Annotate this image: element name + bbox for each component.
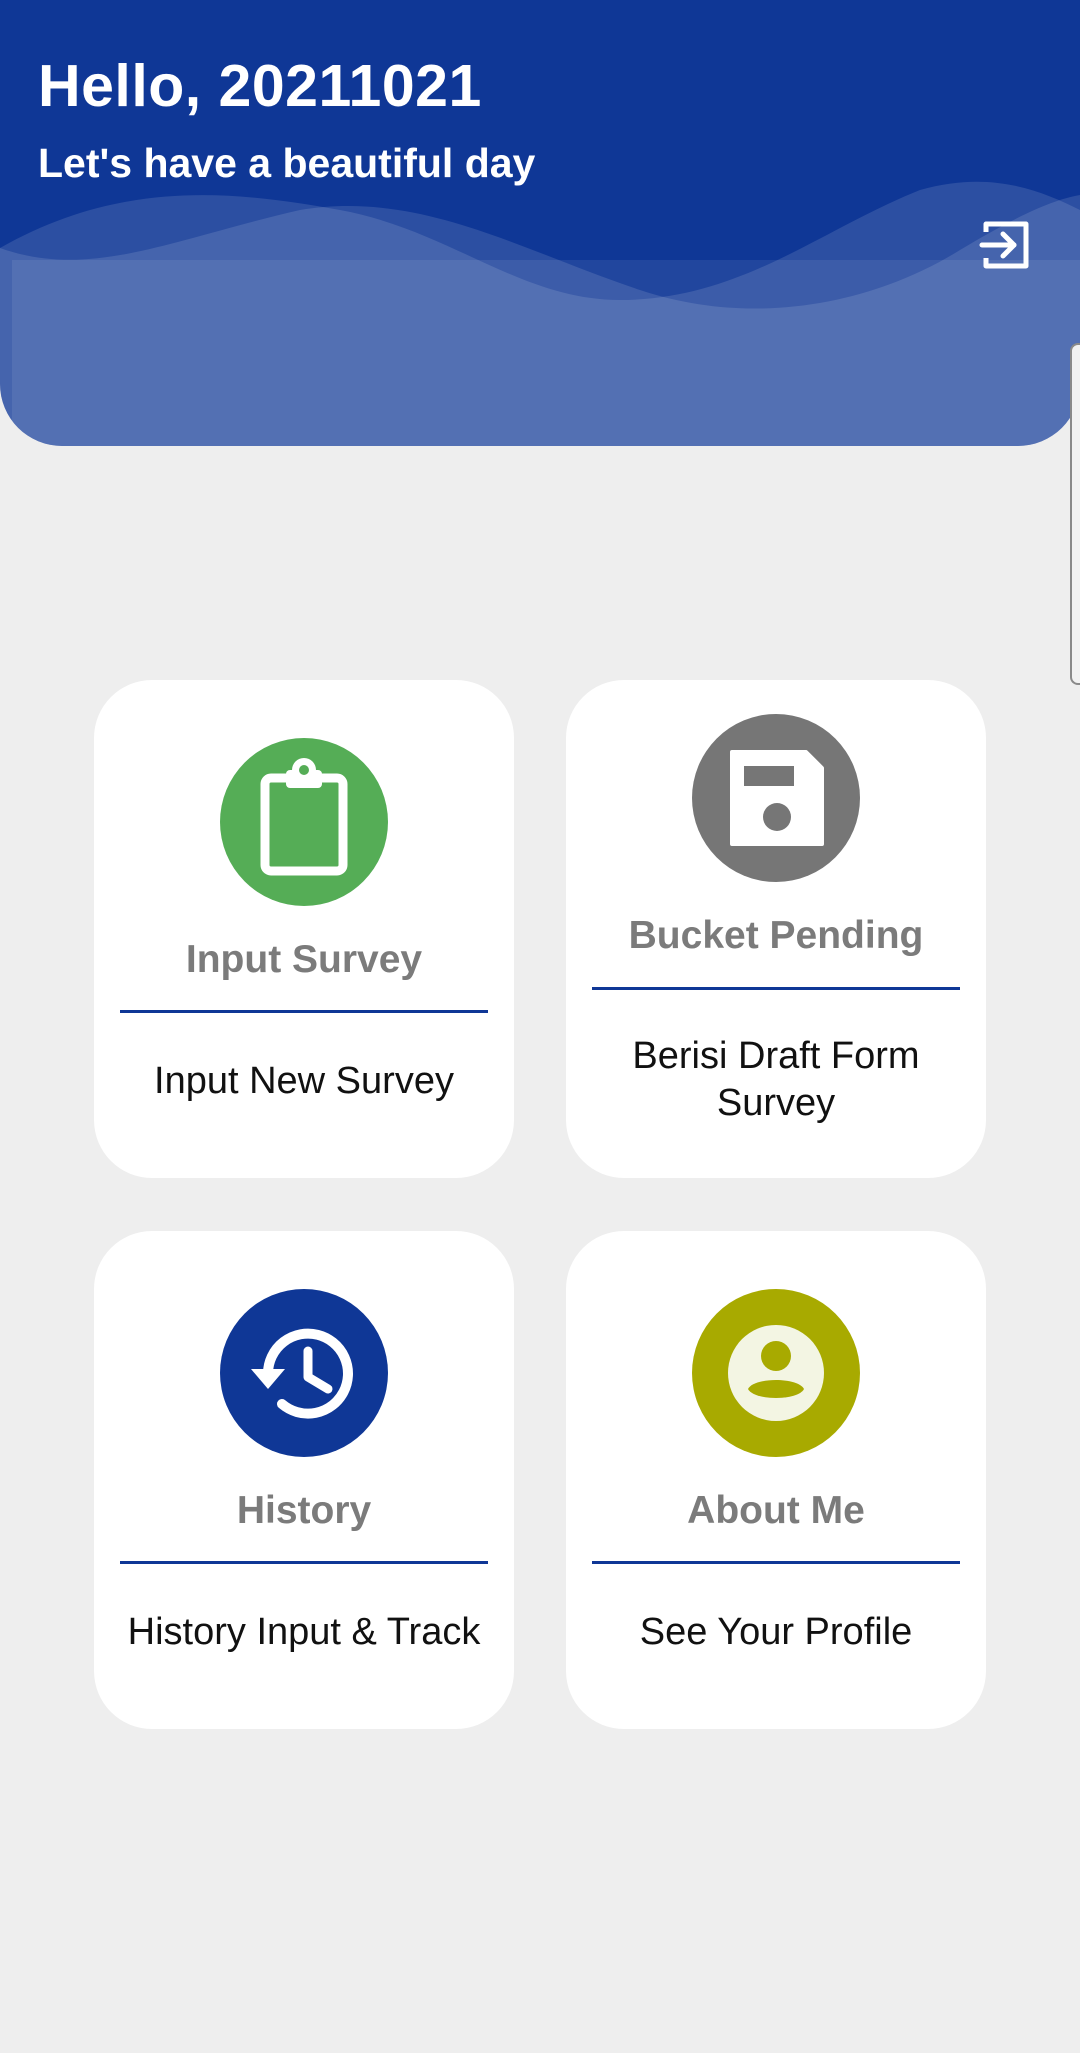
floppy-disk-icon xyxy=(730,750,824,846)
card-divider xyxy=(120,1561,488,1564)
card-divider xyxy=(592,1561,960,1564)
history-card[interactable]: History History Input & Track xyxy=(94,1231,514,1729)
scroll-indicator[interactable] xyxy=(1070,343,1080,685)
about-me-icon-circle xyxy=(692,1289,860,1457)
about-me-card[interactable]: About Me See Your Profile xyxy=(566,1231,986,1729)
card-title: History xyxy=(236,1489,372,1532)
card-description: Input New Survey xyxy=(154,1060,454,1102)
input-survey-card[interactable]: Input Survey Input New Survey xyxy=(94,680,514,1178)
account-circle-icon xyxy=(728,1325,824,1421)
header-banner: Hello, 20211021 Let's have a beautiful d… xyxy=(0,0,1080,446)
card-title: About Me xyxy=(687,1489,865,1532)
card-divider xyxy=(120,1010,488,1013)
card-title: Input Survey xyxy=(185,938,423,981)
logout-button[interactable] xyxy=(978,218,1032,272)
clipboard-icon xyxy=(260,758,348,876)
history-clock-icon xyxy=(251,1328,353,1419)
card-title: Bucket Pending xyxy=(628,914,924,957)
bucket-pending-icon-circle xyxy=(692,714,860,882)
tagline-text: Let's have a beautiful day xyxy=(38,140,536,186)
history-icon-circle xyxy=(220,1289,388,1457)
input-survey-icon-circle xyxy=(220,738,388,906)
card-divider xyxy=(592,987,960,990)
card-description: Berisi Draft Form Survey xyxy=(632,1035,920,1124)
card-description: See Your Profile xyxy=(639,1611,913,1653)
greeting-text: Hello, 20211021 xyxy=(38,53,482,119)
logout-icon xyxy=(979,221,1029,269)
card-description: History Input & Track xyxy=(127,1611,481,1653)
bucket-pending-card[interactable]: Bucket Pending Berisi Draft Form Survey xyxy=(566,680,986,1178)
